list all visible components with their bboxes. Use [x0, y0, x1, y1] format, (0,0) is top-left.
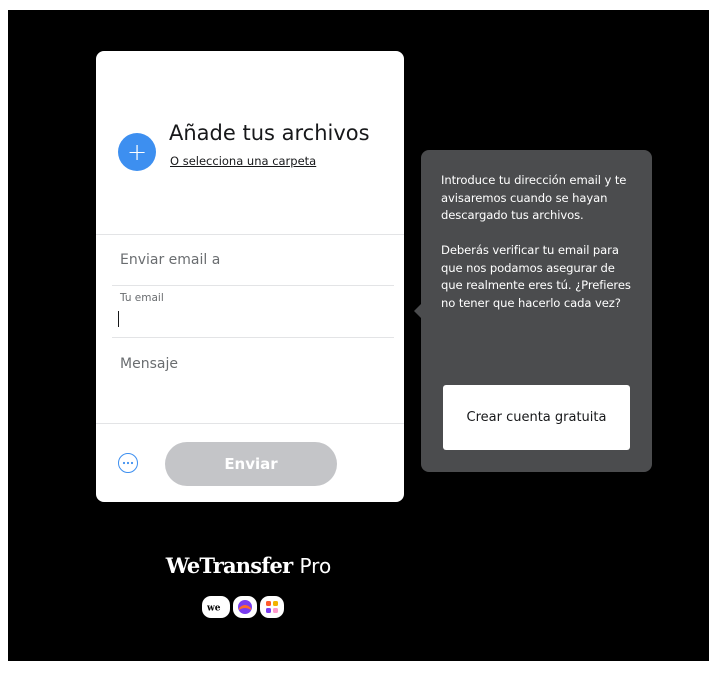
upload-panel: + Añade tus archivos O selecciona una ca…	[96, 51, 404, 502]
select-folder-link[interactable]: O selecciona una carpeta	[170, 154, 316, 168]
divider	[96, 234, 404, 235]
brand-logo: WeTransfer Pro	[138, 553, 359, 578]
paste-app-icon	[260, 596, 284, 618]
collect-app-icon	[233, 596, 257, 618]
recipient-email-field[interactable]: Enviar email a	[96, 237, 404, 283]
brand-suffix: Pro	[299, 554, 332, 578]
tooltip-arrow	[414, 304, 421, 318]
tooltip-paragraph: Introduce tu dirección email y te avisar…	[441, 173, 627, 222]
brand-name: WeTransfer	[165, 553, 293, 578]
tooltip-text: Introduce tu dirección email y te avisar…	[441, 172, 636, 312]
more-options-icon	[122, 461, 134, 465]
text-cursor	[118, 311, 119, 327]
svg-text:we: we	[207, 604, 221, 613]
send-button[interactable]: Enviar	[165, 442, 337, 486]
tooltip-paragraph: Deberás verificar tu email para que nos …	[441, 243, 631, 310]
sender-email-label: Tu email	[120, 292, 164, 304]
create-free-account-button[interactable]: Crear cuenta gratuita	[443, 385, 630, 450]
field-divider	[112, 285, 394, 286]
divider	[96, 423, 404, 424]
field-divider	[112, 337, 394, 338]
add-files-button[interactable]: +	[118, 133, 156, 171]
plus-icon: +	[126, 138, 148, 166]
recipient-email-placeholder: Enviar email a	[120, 252, 221, 268]
message-field[interactable]	[96, 339, 404, 423]
email-verification-tooltip: Introduce tu dirección email y te avisar…	[414, 150, 652, 472]
wetransfer-app-icon: we	[202, 596, 230, 618]
add-files-title[interactable]: Añade tus archivos	[169, 121, 370, 145]
app-icons: we	[202, 596, 284, 618]
more-options-button[interactable]	[118, 453, 138, 473]
page-background: + Añade tus archivos O selecciona una ca…	[8, 10, 709, 661]
message-placeholder: Mensaje	[120, 356, 178, 372]
